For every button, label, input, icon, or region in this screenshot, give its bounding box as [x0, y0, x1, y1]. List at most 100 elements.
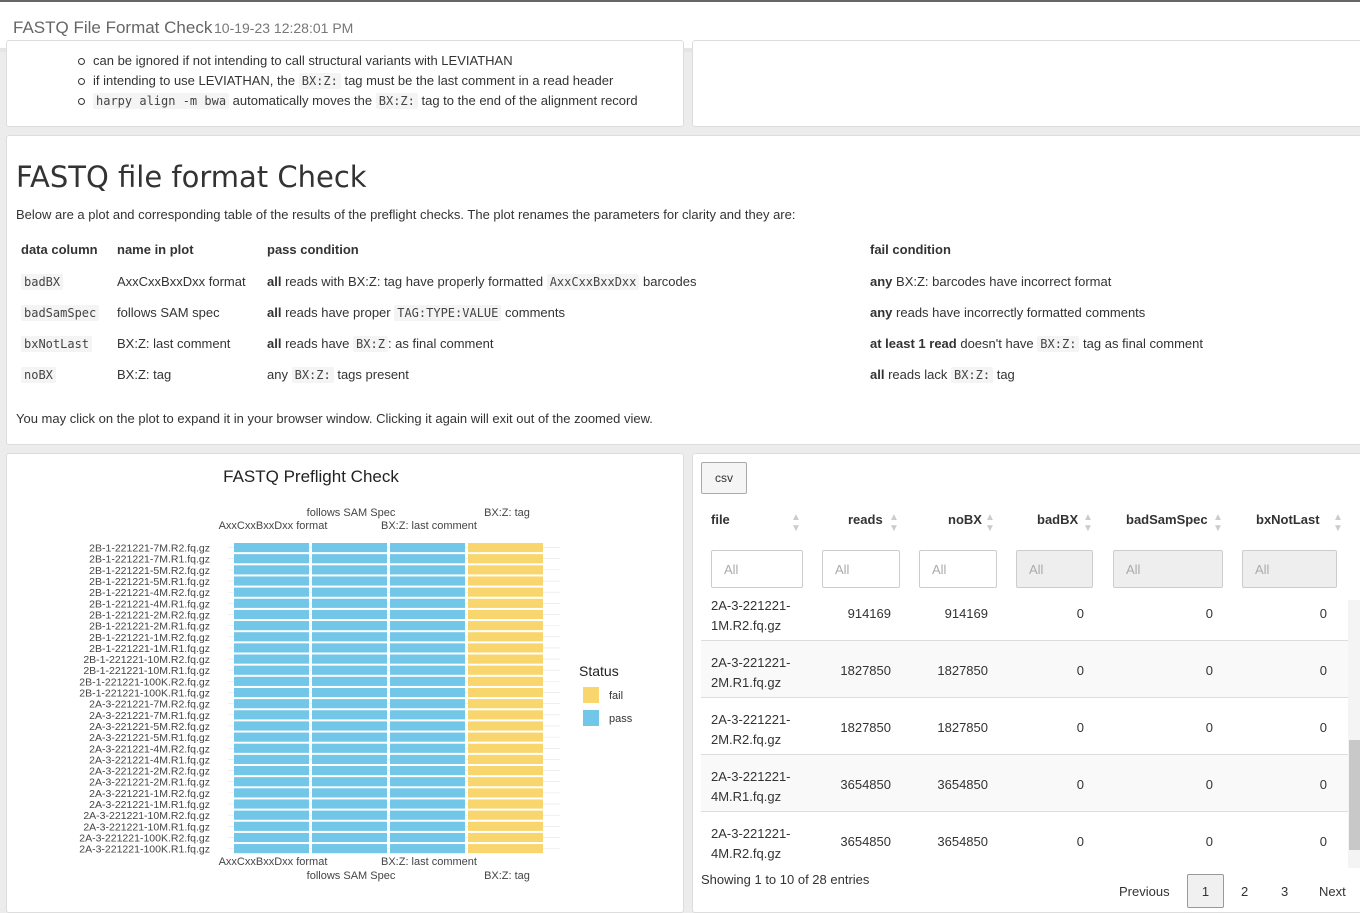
- filter-nobx[interactable]: All: [919, 550, 997, 588]
- legend-swatch-pass: [583, 710, 599, 726]
- heatmap-cell: [234, 832, 309, 843]
- heatmap-cell: [390, 710, 465, 720]
- header-name-in-plot: name in plot: [117, 242, 194, 257]
- heatmap-cell: [234, 643, 309, 653]
- column-header-bxnotlast[interactable]: bxNotLast: [1256, 512, 1320, 527]
- heatmap-cell: [468, 587, 543, 597]
- table-scrollbar[interactable]: [1348, 600, 1360, 868]
- heatmap-cell: [390, 632, 465, 642]
- heatmap-cell: [468, 743, 543, 753]
- heatmap-cell: [390, 721, 465, 731]
- heatmap-cell: [234, 743, 309, 753]
- heatmap-cell: [390, 609, 465, 620]
- heatmap-cell: [234, 799, 309, 809]
- heatmap-cell: [468, 710, 543, 720]
- pagination-previous[interactable]: Previous: [1119, 884, 1170, 899]
- heatmap-cell: [312, 754, 387, 764]
- sort-icon[interactable]: ▲ ▼: [985, 512, 995, 534]
- filter-reads[interactable]: All: [822, 550, 900, 588]
- column-tick-label-bottom: BX:Z: last comment: [381, 856, 477, 868]
- csv-export-button[interactable]: csv: [701, 462, 747, 494]
- heatmap-cell: [234, 565, 309, 575]
- note-item: if intending to use LEVIATHAN, the BX:Z:…: [78, 71, 638, 91]
- heatmap-cell: [312, 598, 387, 608]
- column-tick-label-top: AxxCxxBxxDxx format: [219, 520, 328, 532]
- heatmap-cell: [390, 598, 465, 608]
- heatmap-cell: [468, 732, 543, 742]
- sort-icon[interactable]: ▲ ▼: [1083, 512, 1093, 534]
- heatmap-cell: [234, 621, 309, 631]
- heatmap-cell: [390, 543, 465, 553]
- heatmap-cell: [390, 699, 465, 709]
- pagination-page-2[interactable]: 2: [1241, 884, 1248, 899]
- heatmap-cell: [468, 565, 543, 575]
- heatmap-cell: [234, 732, 309, 742]
- heatmap-cell: [468, 788, 543, 798]
- heatmap-cell: [468, 754, 543, 764]
- column-header-badbx[interactable]: badBX: [1037, 512, 1078, 527]
- pagination-page-3[interactable]: 3: [1281, 884, 1288, 899]
- heatmap-cell: [312, 587, 387, 597]
- legend-label-pass: pass: [609, 713, 633, 725]
- heatmap-cell: [312, 832, 387, 843]
- column-tick-label-bottom: AxxCxxBxxDxx format: [219, 856, 328, 868]
- heatmap-cell: [312, 766, 387, 776]
- heatmap-cell: [390, 844, 465, 854]
- sort-icon[interactable]: ▲ ▼: [889, 512, 899, 534]
- preflight-plot-card[interactable]: FASTQ Preflight Check 2B-1-221221-7M.R2.f…: [6, 453, 684, 913]
- heatmap-cell: [390, 743, 465, 753]
- table-row: 2A-3-221221-2M.R2.fq.gz 1827850 1827850 …: [701, 698, 1348, 755]
- scrollbar-thumb[interactable]: [1349, 740, 1360, 850]
- column-header-badsamspec[interactable]: badSamSpec: [1126, 512, 1208, 527]
- heatmap-cell: [312, 643, 387, 653]
- heatmap-cell: [468, 799, 543, 809]
- filter-file[interactable]: All: [711, 550, 803, 588]
- notes-card: can be ignored if not intending to call …: [6, 40, 684, 127]
- heatmap-cell: [234, 777, 309, 787]
- note-item: harpy align -m bwa automatically moves t…: [78, 91, 638, 111]
- pagination-next[interactable]: Next: [1319, 884, 1346, 899]
- sort-icon[interactable]: ▲ ▼: [1213, 512, 1223, 534]
- heatmap-cell: [390, 654, 465, 664]
- heatmap-cell: [390, 565, 465, 575]
- section-intro: Below are a plot and corresponding table…: [16, 207, 796, 222]
- heatmap-cell: [312, 554, 387, 564]
- heatmap-cell: [468, 832, 543, 843]
- sort-icon[interactable]: ▲ ▼: [791, 512, 801, 534]
- note-item: can be ignored if not intending to call …: [78, 51, 638, 71]
- heatmap-cell: [234, 788, 309, 798]
- sort-icon[interactable]: ▲ ▼: [1333, 512, 1343, 534]
- heatmap-cell: [390, 554, 465, 564]
- pagination-page-1[interactable]: 1: [1187, 874, 1224, 908]
- column-tick-label-top: BX:Z: last comment: [381, 520, 477, 532]
- heatmap-cell: [468, 844, 543, 854]
- heatmap-cell: [390, 687, 465, 698]
- heatmap-cell: [468, 676, 543, 686]
- column-header-nobx[interactable]: noBX: [948, 512, 982, 527]
- preflight-heatmap[interactable]: FASTQ Preflight Check2B-1-221221-7M.R2.f…: [7, 454, 683, 904]
- table-info: Showing 1 to 10 of 28 entries: [701, 872, 870, 887]
- heatmap-cell: [468, 766, 543, 776]
- heatmap-cell: [468, 687, 543, 698]
- column-header-file[interactable]: file: [711, 512, 730, 527]
- heatmap-cell: [468, 810, 543, 820]
- table-body-viewport[interactable]: 2A-3-221221-1M.R2.fq.gz 914169 914169 0 …: [693, 600, 1360, 868]
- notes-list: can be ignored if not intending to call …: [78, 51, 638, 111]
- heatmap-cell: [234, 576, 309, 586]
- heatmap-cell: [234, 721, 309, 731]
- table-row: 2A-3-221221-4M.R2.fq.gz 3654850 3654850 …: [701, 812, 1348, 868]
- heatmap-cell: [234, 810, 309, 820]
- heatmap-cell: [468, 821, 543, 831]
- report-timestamp: 10-19-23 12:28:01 PM: [214, 20, 354, 36]
- heatmap-cell: [390, 788, 465, 798]
- heatmap-cell: [234, 543, 309, 553]
- heatmap-cell: [234, 844, 309, 854]
- heatmap-cell: [234, 554, 309, 564]
- header-data-column: data column: [21, 242, 98, 257]
- heatmap-cell: [468, 554, 543, 564]
- heatmap-cell: [234, 587, 309, 597]
- heatmap-cell: [234, 676, 309, 686]
- column-header-reads[interactable]: reads: [848, 512, 883, 527]
- header-fail-condition: fail condition: [870, 242, 951, 257]
- results-table-card: csv file ▲ ▼ reads ▲ ▼ noBX ▲ ▼ badBX ▲ ▼ ba…: [692, 453, 1360, 913]
